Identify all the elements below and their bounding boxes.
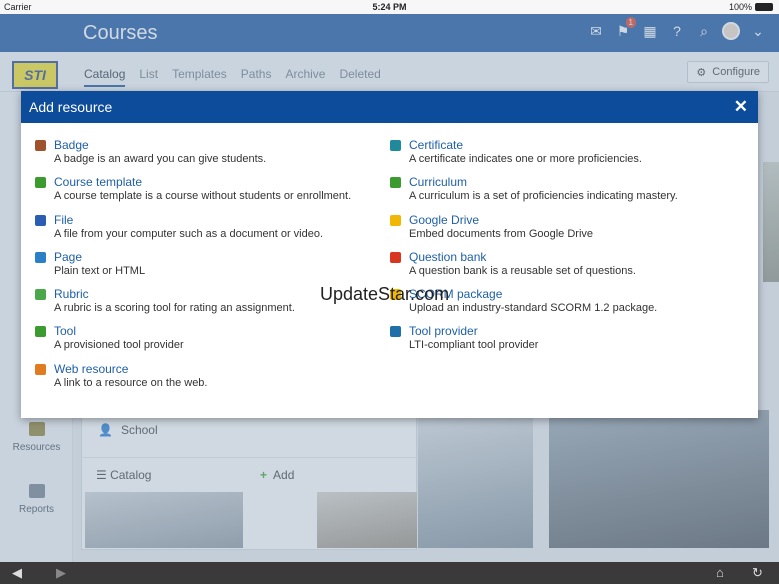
google-drive-icon bbox=[390, 214, 401, 226]
resource-option[interactable]: Tool A provisioned tool provider bbox=[35, 324, 351, 361]
battery-indicator: 100% bbox=[729, 2, 773, 12]
add-resource-dialog: Add resource ✕ Badge A badge is an award … bbox=[21, 91, 758, 418]
resource-name[interactable]: Tool bbox=[54, 324, 351, 338]
list-icon bbox=[390, 251, 401, 263]
resource-description: A rubric is a scoring tool for rating an… bbox=[54, 302, 295, 315]
resource-option[interactable]: Web resource A link to a resource on the … bbox=[35, 362, 351, 399]
resource-option[interactable]: File A file from your computer such as a … bbox=[35, 213, 351, 250]
resource-option[interactable]: Course template A course template is a co… bbox=[35, 175, 351, 212]
resource-description: A course template is a course without st… bbox=[54, 190, 352, 203]
watermark: UpdateStar.com bbox=[320, 284, 450, 304]
resource-name[interactable]: SCORM package bbox=[409, 287, 678, 301]
resource-description: A certificate indicates one or more prof… bbox=[409, 153, 642, 165]
resource-name[interactable]: Page bbox=[54, 250, 351, 264]
resource-description: A curriculum is a set of proficiencies i… bbox=[409, 190, 678, 203]
battery-icon bbox=[755, 3, 773, 11]
resource-option[interactable]: Question bank A question bank is a reusab… bbox=[390, 250, 678, 287]
resource-name[interactable]: Course template bbox=[54, 175, 351, 189]
wrench-icon bbox=[35, 326, 46, 338]
resource-name[interactable]: Certificate bbox=[409, 138, 678, 152]
dialog-title: Add resource bbox=[29, 99, 113, 115]
resource-list-left: Badge A badge is an award you can give st… bbox=[35, 138, 351, 399]
bar-chart-icon bbox=[390, 177, 401, 189]
status-bar: Carrier 5:24 PM 100% bbox=[0, 0, 779, 14]
page-icon bbox=[35, 251, 46, 263]
resource-option[interactable]: Certificate A certificate indicates one o… bbox=[390, 138, 678, 175]
puzzle-icon bbox=[35, 177, 46, 189]
resource-name[interactable]: Tool provider bbox=[409, 324, 678, 338]
tool-provider-icon bbox=[390, 326, 401, 338]
resource-description: LTI-compliant tool provider bbox=[409, 339, 539, 352]
resource-description: Upload an industry-standard SCORM 1.2 pa… bbox=[409, 302, 658, 315]
home-icon[interactable]: ⌂ bbox=[716, 565, 724, 580]
resource-description: A file from your computer such as a docu… bbox=[54, 227, 324, 240]
browser-toolbar: ◀ ▶ ⌂ ↻ bbox=[0, 562, 779, 584]
resource-description: Plain text or HTML bbox=[54, 264, 146, 277]
resource-name[interactable]: Google Drive bbox=[409, 213, 678, 227]
resource-option[interactable]: Google Drive Embed documents from Google … bbox=[390, 213, 678, 250]
resource-option[interactable]: Curriculum A curriculum is a set of profi… bbox=[390, 175, 678, 212]
clock: 5:24 PM bbox=[372, 2, 407, 12]
resource-name[interactable]: Rubric bbox=[54, 287, 351, 301]
resource-option[interactable]: Tool provider LTI-compliant tool provider bbox=[390, 324, 678, 361]
resource-name[interactable]: Badge bbox=[54, 138, 351, 152]
resource-option[interactable]: Rubric A rubric is a scoring tool for rat… bbox=[35, 287, 351, 324]
resource-description: A question bank is a reusable set of que… bbox=[409, 264, 636, 277]
resource-name[interactable]: Web resource bbox=[54, 362, 351, 376]
resource-description: A provisioned tool provider bbox=[54, 339, 184, 352]
resource-description: A badge is an award you can give student… bbox=[54, 153, 267, 165]
word-file-icon bbox=[35, 214, 46, 226]
resource-option[interactable]: Page Plain text or HTML bbox=[35, 250, 351, 287]
back-icon[interactable]: ◀ bbox=[12, 565, 22, 581]
rubric-icon bbox=[35, 289, 46, 301]
resource-description: Embed documents from Google Drive bbox=[409, 227, 594, 240]
resource-name[interactable]: File bbox=[54, 213, 351, 227]
resource-list-right: Certificate A certificate indicates one o… bbox=[390, 138, 678, 362]
close-icon[interactable]: ✕ bbox=[734, 97, 748, 117]
resource-name[interactable]: Question bank bbox=[409, 250, 678, 264]
badge-icon bbox=[35, 140, 46, 151]
globe-icon bbox=[35, 363, 46, 375]
resource-name[interactable]: Curriculum bbox=[409, 175, 678, 189]
resource-option[interactable]: Badge A badge is an award you can give st… bbox=[35, 138, 351, 175]
battery-percent: 100% bbox=[728, 2, 752, 12]
forward-icon[interactable]: ▶ bbox=[56, 565, 66, 581]
dialog-header: Add resource ✕ bbox=[21, 91, 758, 123]
refresh-icon[interactable]: ↻ bbox=[752, 565, 763, 581]
resource-description: A link to a resource on the web. bbox=[54, 376, 208, 389]
certificate-icon bbox=[390, 140, 401, 151]
